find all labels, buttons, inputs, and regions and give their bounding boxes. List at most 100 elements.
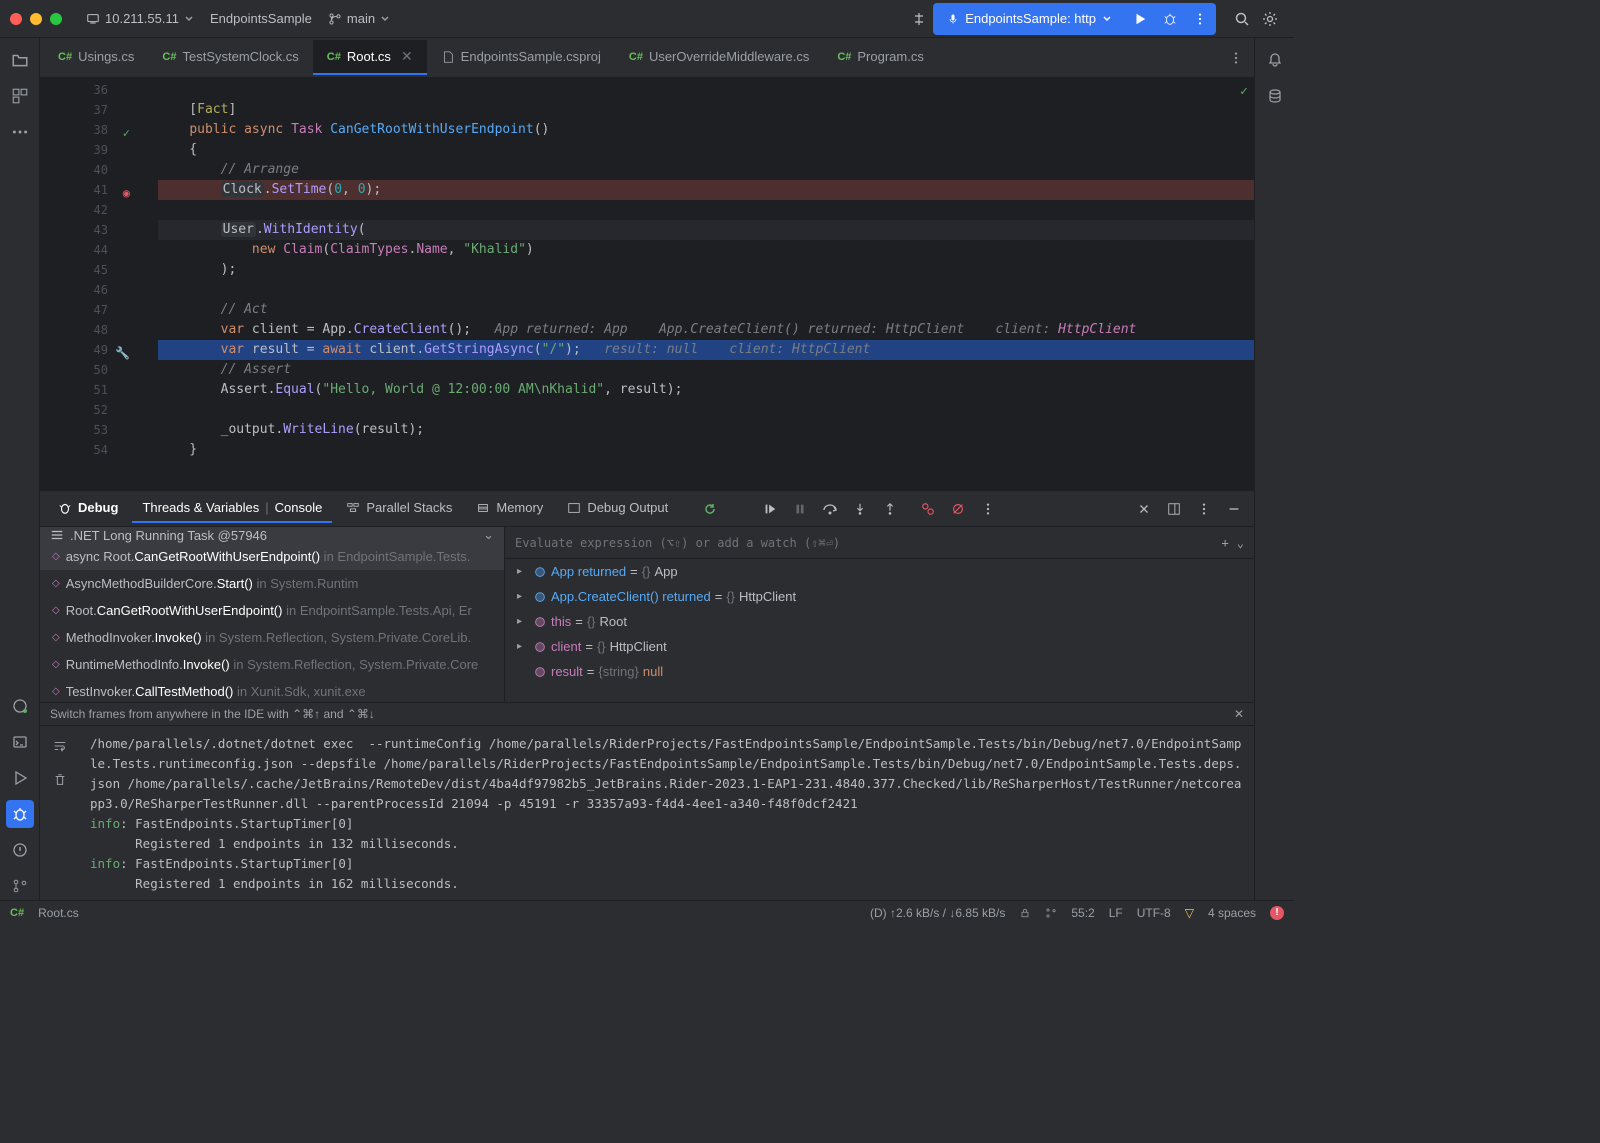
editor[interactable]: 363738✓394041◉4243444546474849🔧505152535… [40,78,1254,490]
step-into-button[interactable] [848,497,872,521]
host-icon [86,12,100,26]
status-indent-warning[interactable]: ▽ [1185,906,1194,920]
step-over-button[interactable] [818,497,842,521]
settings-button[interactable] [1256,5,1284,33]
rerun-icon [702,501,718,517]
tab-memory[interactable]: Memory [466,494,553,523]
editor-tab[interactable]: C#TestSystemClock.cs [148,41,312,74]
warning-icon [12,842,28,858]
close-window-button[interactable] [10,13,22,25]
close-tab-button[interactable]: ✕ [401,48,413,65]
expand-icon[interactable]: ▸ [517,641,529,652]
pause-icon [793,502,807,516]
editor-tab[interactable]: C#Program.cs [823,41,938,74]
structure-tool-button[interactable] [6,82,34,110]
expand-icon[interactable]: ▸ [517,591,529,602]
stack-frame[interactable]: ◇MethodInvoker.Invoke() in System.Reflec… [40,624,504,651]
host-selector[interactable]: 10.211.55.11 [78,7,202,30]
run-config-selector[interactable]: EndpointsSample: http [935,7,1124,30]
maximize-window-button[interactable] [50,13,62,25]
status-lang-badge: C# [10,907,24,919]
search-everywhere-button[interactable] [1228,5,1256,33]
tab-debug-output[interactable]: Debug Output [557,494,678,523]
console-output[interactable]: /home/parallels/.dotnet/dotnet exec --ru… [80,726,1254,901]
variable-row[interactable]: ▸ App returned = {} App [505,559,1254,584]
run-button[interactable] [1126,5,1154,33]
vcs-tool-button[interactable] [6,872,34,900]
kebab-icon [1193,12,1207,26]
hint-text: Switch frames from anywhere in the IDE w… [50,707,375,721]
layout-icon [1167,502,1181,516]
editor-tab[interactable]: C#UserOverrideMiddleware.cs [615,41,823,74]
variable-row[interactable]: result = {string} null [505,659,1254,684]
branch-selector[interactable]: main [320,7,398,30]
tab-parallel-stacks[interactable]: Parallel Stacks [336,494,462,523]
stack-frame[interactable]: ◇Root.CanGetRootWithUserEndpoint() in En… [40,597,504,624]
pause-button[interactable] [788,497,812,521]
stack-frame[interactable]: ◇AsyncMethodBuilderCore.Start() in Syste… [40,570,504,597]
status-indent[interactable]: 4 spaces [1208,906,1256,920]
resume-button[interactable] [758,497,782,521]
minimize-icon [1227,502,1241,516]
tab-label: Root.cs [347,49,391,64]
variable-row[interactable]: ▸ App.CreateClient() returned = {} HttpC… [505,584,1254,609]
close-tab-button[interactable] [1132,497,1156,521]
status-error-badge[interactable]: ! [1270,906,1284,920]
close-hint-button[interactable]: ✕ [1234,707,1244,721]
debug-button[interactable] [1156,5,1184,33]
status-eol[interactable]: LF [1109,906,1123,920]
debug-more-button[interactable] [976,497,1000,521]
editor-code[interactable]: ✓ [Fact] public async Task CanGetRootWit… [158,78,1254,490]
tab-threads-variables[interactable]: Threads & Variables|Console [132,494,332,523]
run-tool-button[interactable] [6,764,34,792]
more-tools-button[interactable] [6,118,34,146]
problems-tool-button[interactable] [6,836,34,864]
status-network[interactable]: (D) ↑2.6 kB/s / ↓6.85 kB/s [870,906,1005,920]
soft-wrap-button[interactable] [46,732,74,760]
editor-tabs-more[interactable] [1222,44,1250,72]
project-name[interactable]: EndpointsSample [202,7,320,30]
services-tool-button[interactable] [6,692,34,720]
frame-icon: ◇ [52,578,60,589]
minimize-window-button[interactable] [30,13,42,25]
status-position[interactable]: 55:2 [1071,906,1094,920]
folder-icon [11,51,29,69]
expand-icon[interactable]: ▸ [517,566,529,577]
add-watch-button[interactable]: + [1222,536,1229,550]
project-tool-button[interactable] [6,46,34,74]
code-with-me-button[interactable] [905,5,933,33]
stack-frame[interactable]: ◇RuntimeMethodInfo.Invoke() in System.Re… [40,651,504,678]
editor-tab[interactable]: C#Root.cs✕ [313,40,427,75]
view-breakpoints-button[interactable] [916,497,940,521]
options-button[interactable] [1192,497,1216,521]
debug-tool-button[interactable] [6,800,34,828]
status-padlock[interactable] [1019,907,1031,919]
inspection-ok-icon: ✓ [1240,82,1248,102]
terminal-tool-button[interactable] [6,728,34,756]
evaluate-expression-input[interactable]: Evaluate expression (⌥⇧) or add a watch … [505,527,1254,559]
stack-frame[interactable]: ◇async Root.CanGetRootWithUserEndpoint()… [40,543,504,570]
notifications-button[interactable] [1261,46,1289,74]
variable-row[interactable]: ▸ client = {} HttpClient [505,634,1254,659]
expand-icon[interactable]: ▸ [517,616,529,627]
structure-icon [11,87,29,105]
frame-icon: ◇ [52,551,60,562]
frames-thread-selector[interactable]: .NET Long Running Task @57946 ⌄ [40,527,504,543]
rerun-button[interactable] [698,497,722,521]
clear-console-button[interactable] [46,766,74,794]
variable-row[interactable]: ▸ this = {} Root [505,609,1254,634]
stop-button[interactable] [728,497,752,521]
expand-vars-button[interactable]: ⌄ [1237,536,1244,550]
variables-pane: Evaluate expression (⌥⇧) or add a watch … [505,527,1254,702]
mute-breakpoints-button[interactable] [946,497,970,521]
step-out-button[interactable] [878,497,902,521]
status-encoding[interactable]: UTF-8 [1137,906,1171,920]
editor-tab[interactable]: C#Usings.cs [44,41,148,74]
editor-tab[interactable]: EndpointsSample.csproj [427,41,615,74]
layout-button[interactable] [1162,497,1186,521]
database-tool-button[interactable] [1261,82,1289,110]
hide-button[interactable] [1222,497,1246,521]
status-git-branch[interactable] [1045,907,1057,919]
more-run-options[interactable] [1186,5,1214,33]
resume-icon [763,502,777,516]
